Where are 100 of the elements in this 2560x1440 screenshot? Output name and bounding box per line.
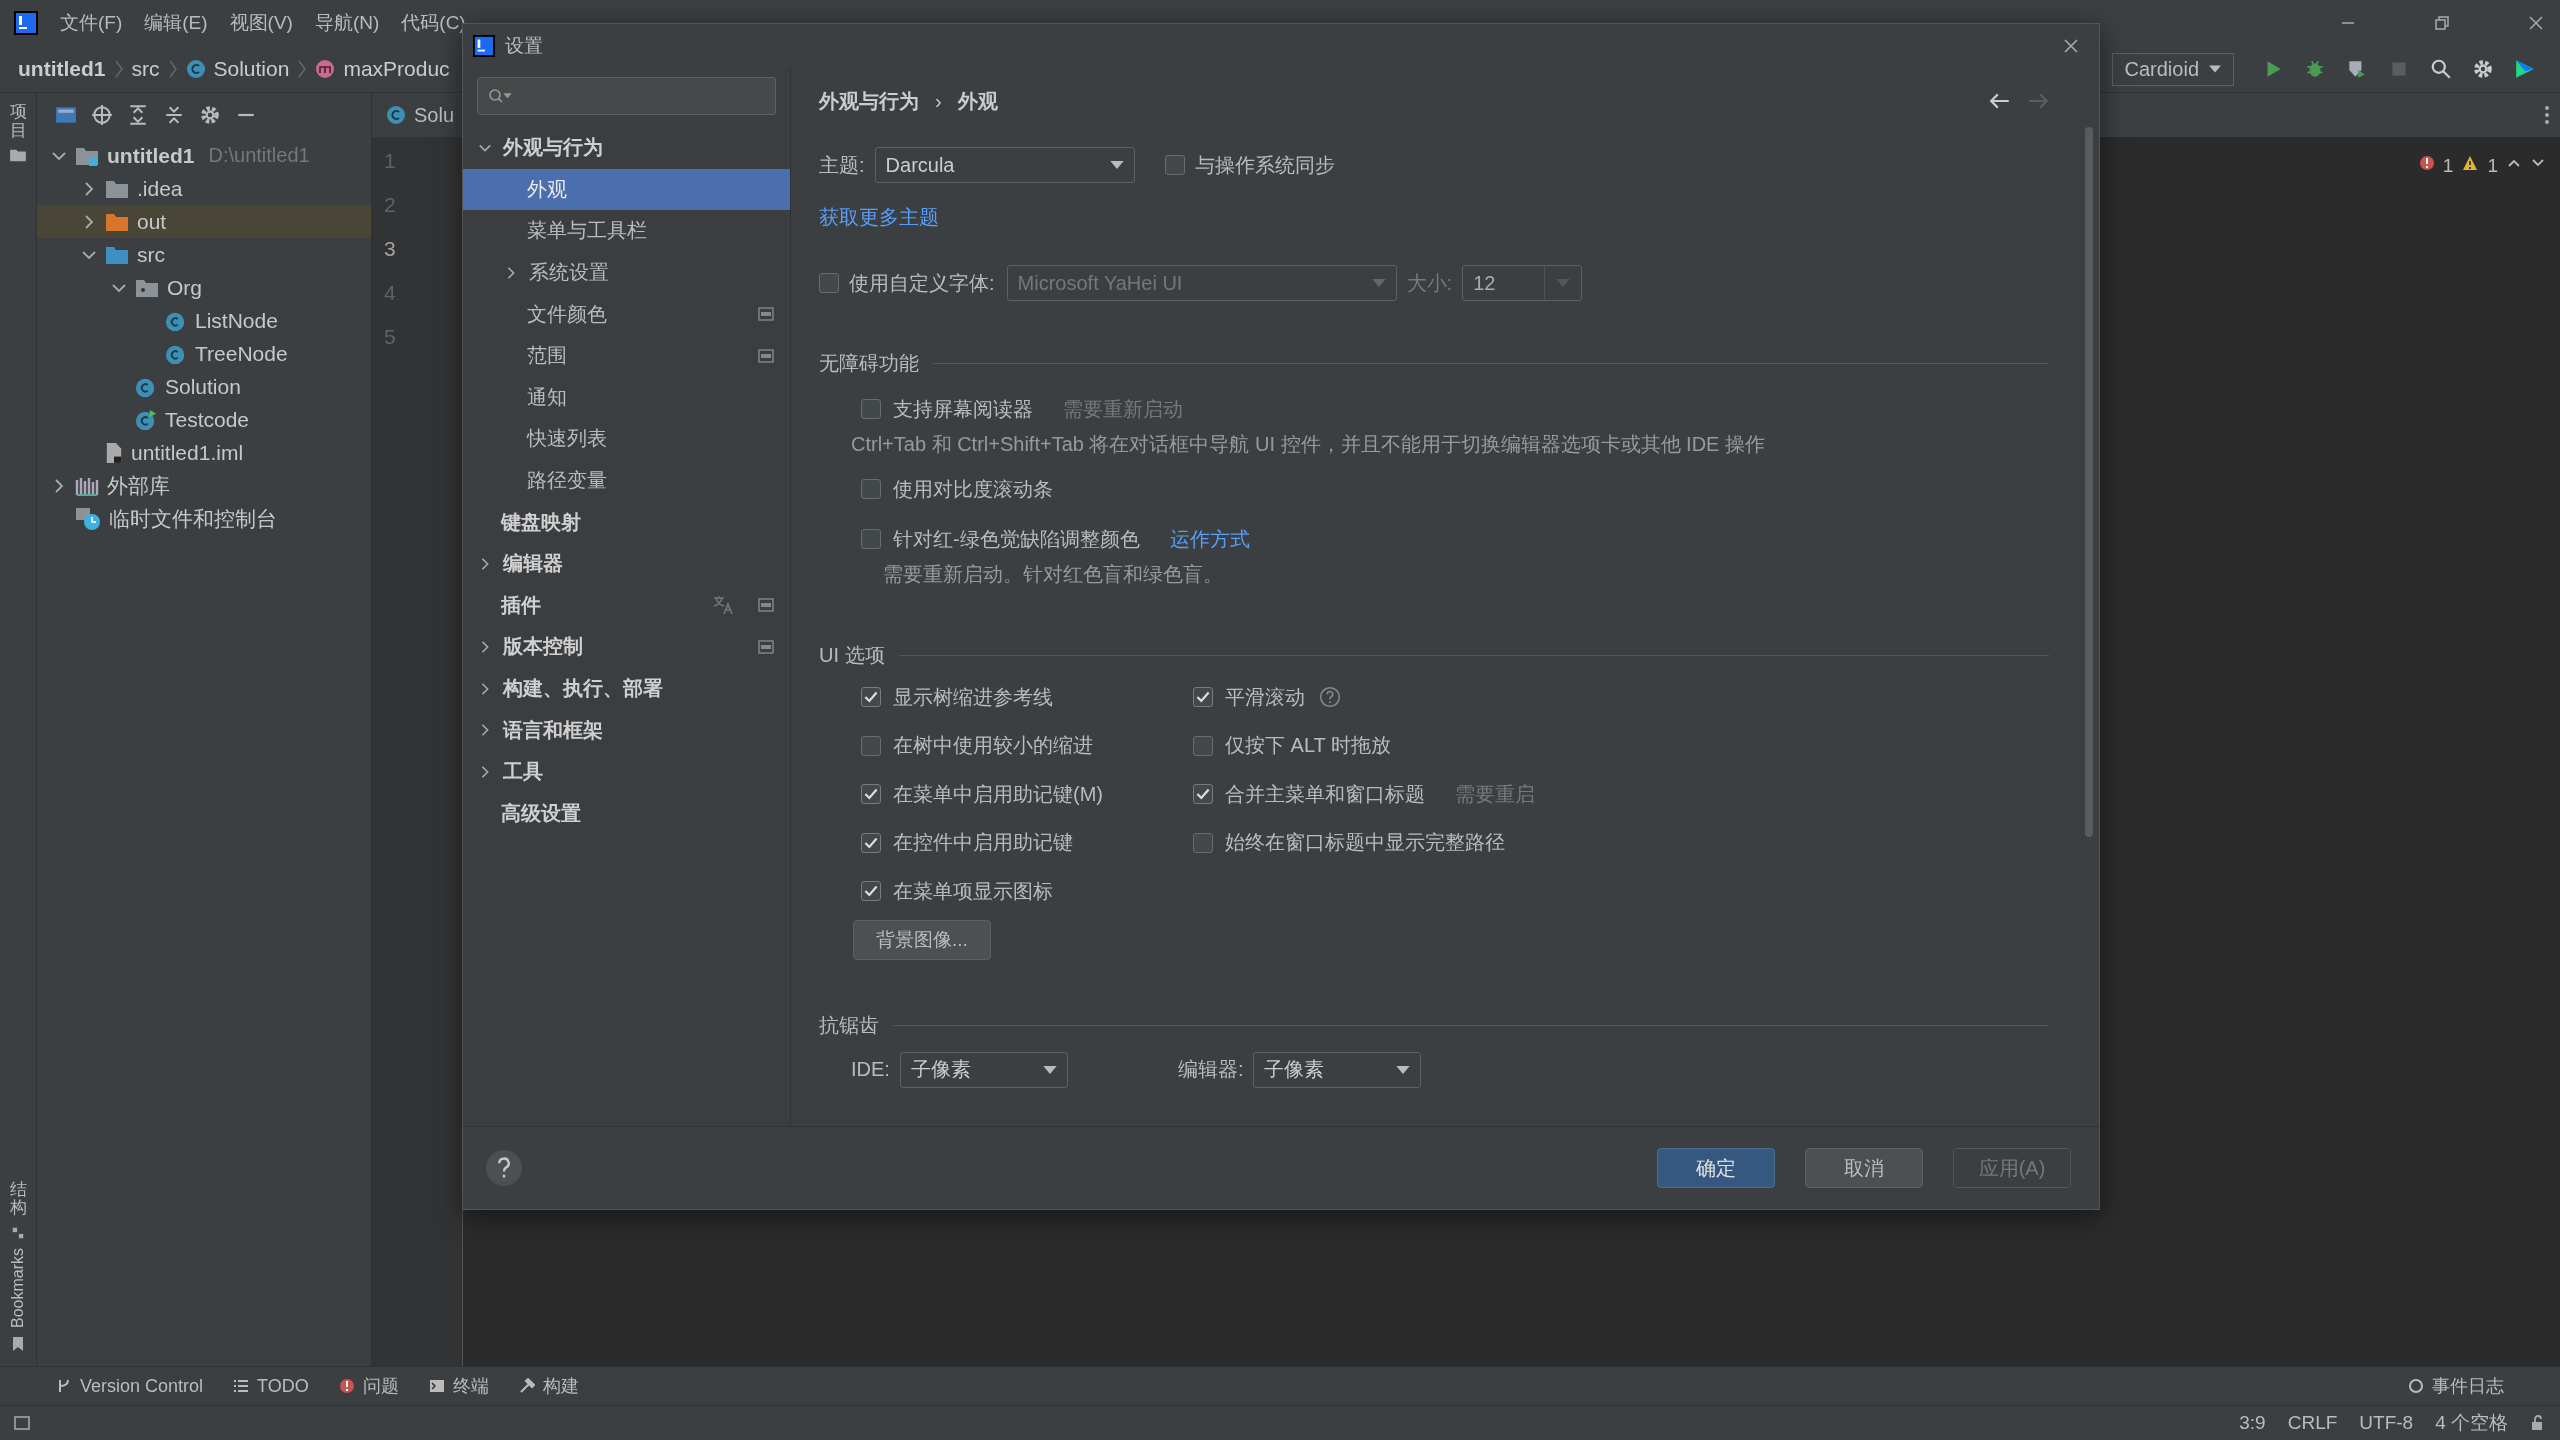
status-item[interactable]: 4 个空格 xyxy=(2435,1410,2508,1436)
tree-row[interactable]: Solution xyxy=(37,370,371,403)
settings-nav-item[interactable]: 插件 xyxy=(463,584,790,627)
settings-nav-item[interactable]: 路径变量 xyxy=(463,459,790,502)
settings-nav-item[interactable]: 键盘映射 xyxy=(463,501,790,543)
breadcrumb-item[interactable]: src xyxy=(131,57,160,81)
theme-dropdown[interactable]: Darcula xyxy=(874,147,1135,183)
checkbox[interactable] xyxy=(861,399,881,419)
background-image-button[interactable]: 背景图像... xyxy=(853,919,991,960)
more-icon[interactable] xyxy=(2544,105,2550,125)
menu-item[interactable]: 文件(F) xyxy=(60,10,123,36)
tree-row[interactable]: untitled1.iml xyxy=(37,436,371,469)
tool-window-button[interactable]: 问题 xyxy=(338,1374,399,1398)
back-arrow-icon[interactable] xyxy=(1989,92,2011,110)
tool-window-button[interactable]: TODO xyxy=(233,1375,309,1397)
editor-antialiasing-dropdown[interactable]: 子像素 xyxy=(1253,1051,1422,1088)
menu-item[interactable]: 导航(N) xyxy=(314,10,380,36)
settings-nav-item[interactable]: 系统设置 xyxy=(463,251,790,294)
tool-window-button[interactable]: 构建 xyxy=(518,1374,579,1398)
expand-all-icon[interactable] xyxy=(127,104,149,126)
event-log-button[interactable]: 事件日志 xyxy=(2408,1374,2504,1398)
checkbox-label: 平滑滚动 xyxy=(1225,684,1305,710)
checkbox-label: 在控件中启用助记键 xyxy=(893,830,1073,856)
crosshair-icon[interactable] xyxy=(91,104,113,126)
settings-nav-item[interactable]: 范围 xyxy=(463,334,790,377)
panel-toggle-icon[interactable] xyxy=(14,1415,30,1431)
search-icon[interactable] xyxy=(2430,58,2452,80)
get-themes-link[interactable]: 获取更多主题 xyxy=(819,203,939,231)
run-config-dropdown[interactable]: Cardioid xyxy=(2111,52,2234,86)
nav-label: 快速列表 xyxy=(527,426,607,452)
nav-label: 高级设置 xyxy=(501,800,581,826)
panel-icon[interactable] xyxy=(55,106,77,124)
tool-window-button[interactable]: 终端 xyxy=(428,1374,489,1398)
breadcrumb-item[interactable]: untitled1 xyxy=(18,57,106,81)
bookmarks-tool-tab[interactable]: Bookmarks xyxy=(9,1247,27,1328)
settings-icon[interactable] xyxy=(2472,58,2494,80)
settings-icon[interactable] xyxy=(199,104,221,126)
settings-nav-item[interactable]: 编辑器 xyxy=(463,542,790,585)
nav-label: 文件颜色 xyxy=(527,301,607,327)
help-icon[interactable] xyxy=(1319,686,1341,709)
settings-nav-item[interactable]: 高级设置 xyxy=(463,792,790,835)
checkbox[interactable] xyxy=(861,784,881,805)
nav-label: 路径变量 xyxy=(527,468,607,494)
settings-nav-item[interactable]: 快速列表 xyxy=(463,418,790,460)
coverage-icon[interactable] xyxy=(2346,58,2368,80)
settings-nav-item[interactable]: 菜单与工具栏 xyxy=(463,210,790,252)
tool-window-button[interactable]: Version Control xyxy=(56,1375,204,1397)
tree-row[interactable]: src xyxy=(37,238,371,271)
help-icon[interactable] xyxy=(485,1149,523,1187)
breadcrumb-item[interactable]: Solution xyxy=(213,57,290,81)
checkbox[interactable] xyxy=(861,687,881,708)
tree-row[interactable]: Testcode xyxy=(37,403,371,436)
checkbox[interactable] xyxy=(861,529,881,549)
checkbox[interactable] xyxy=(1193,784,1213,805)
checkbox[interactable] xyxy=(1193,687,1213,708)
search-field[interactable] xyxy=(477,77,776,115)
checkbox[interactable] xyxy=(1193,735,1213,756)
checkbox[interactable] xyxy=(861,479,881,499)
menu-item[interactable]: 编辑(E) xyxy=(144,10,208,36)
settings-nav-item[interactable]: 构建、执行、部署 xyxy=(463,667,790,710)
checkbox[interactable] xyxy=(1193,832,1213,853)
dialog-button[interactable]: 确定 xyxy=(1657,1148,1775,1188)
error-icon xyxy=(2418,155,2435,171)
tree-row[interactable]: Org xyxy=(37,271,371,304)
checkbox[interactable] xyxy=(1164,155,1185,175)
checkbox[interactable] xyxy=(861,881,881,902)
plugin-icon[interactable] xyxy=(2514,58,2536,80)
settings-nav-item[interactable]: 版本控制 xyxy=(463,626,790,668)
structure-tool-tab[interactable]: 结构 xyxy=(9,1180,27,1218)
ide-antialiasing-dropdown[interactable]: 子像素 xyxy=(899,1051,1068,1088)
tree-row[interactable]: ListNode xyxy=(37,304,371,337)
scrollbar-thumb[interactable] xyxy=(2085,127,2093,837)
tree-row[interactable]: .idea xyxy=(37,172,371,205)
tree-row[interactable]: out xyxy=(37,205,371,238)
hammer-icon xyxy=(518,1378,535,1394)
settings-nav-item[interactable]: 通知 xyxy=(463,376,790,419)
checkbox-label: 与操作系统同步 xyxy=(1194,152,1335,178)
settings-nav-item[interactable]: 外观 xyxy=(463,168,790,211)
settings-nav-item[interactable]: 工具 xyxy=(463,750,790,793)
restore-icon[interactable] xyxy=(2432,13,2452,33)
project-tool-tab[interactable]: 项目 xyxy=(9,103,27,141)
class-icon xyxy=(185,59,206,79)
checkbox[interactable] xyxy=(861,832,881,853)
tree-row[interactable]: 外部库 xyxy=(37,469,371,502)
bug-icon[interactable] xyxy=(2304,58,2326,80)
how-it-works-link[interactable]: 运作方式 xyxy=(1169,525,1250,553)
settings-nav-item[interactable]: 语言和框架 xyxy=(463,709,790,751)
breadcrumb-item[interactable]: maxProduc xyxy=(343,57,450,81)
tree-item-label: ListNode xyxy=(195,308,278,333)
checkbox[interactable] xyxy=(861,735,881,756)
collapse-all-icon[interactable] xyxy=(163,104,185,126)
tree-row[interactable]: TreeNode xyxy=(37,337,371,370)
tree-row[interactable]: untitled1 D:\untitled1 xyxy=(37,139,371,172)
settings-nav-item[interactable]: 文件颜色 xyxy=(463,293,790,335)
menu-item[interactable]: 视图(V) xyxy=(229,10,293,36)
tree-row[interactable]: 临时文件和控制台 xyxy=(37,502,371,535)
status-item[interactable]: CRLF xyxy=(2287,1412,2338,1434)
status-item[interactable]: 3:9 xyxy=(2239,1412,2266,1434)
status-item[interactable]: UTF-8 xyxy=(2359,1412,2414,1434)
dialog-button[interactable]: 取消 xyxy=(1805,1148,1923,1188)
